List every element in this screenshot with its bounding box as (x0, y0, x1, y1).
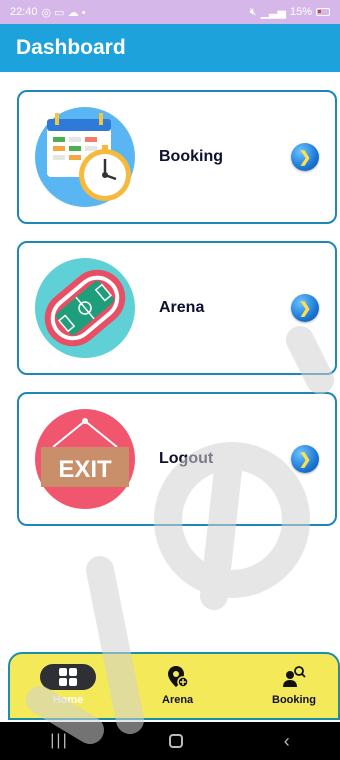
recent-apps-icon[interactable]: ||| (50, 732, 68, 750)
exit-sign-icon: EXIT (33, 407, 137, 511)
notification-icon: ◎ ▭ ☁ • (41, 6, 86, 19)
nav-label: Home (52, 694, 84, 706)
exit-sign-text: EXIT (58, 456, 112, 483)
logout-card[interactable]: EXIT Logout ❯ (17, 392, 337, 526)
bottom-nav: Home Arena Booking (8, 652, 340, 720)
card-label: Booking (159, 148, 223, 165)
chevron-right-icon[interactable]: ❯ (291, 445, 319, 473)
status-bar: 22:40 ◎ ▭ ☁ • 🔇︎ ▁▃▅ 15% (0, 0, 340, 24)
card-label: Logout (159, 450, 214, 467)
battery-icon (316, 8, 330, 16)
chevron-right-icon[interactable]: ❯ (291, 143, 319, 171)
page-title: Dashboard (16, 36, 126, 59)
status-time: 22:40 (10, 6, 38, 18)
calendar-clock-icon (33, 105, 137, 209)
add-location-icon (167, 664, 189, 690)
home-icon[interactable] (169, 734, 184, 748)
person-search-icon (282, 664, 306, 690)
nav-label: Booking (272, 694, 316, 706)
system-nav-bar: ||| ‹ (0, 722, 340, 760)
stadium-icon (33, 256, 137, 360)
battery-percent: 15% (289, 6, 312, 18)
card-label: Arena (159, 299, 205, 316)
app-bar: Dashboard (0, 24, 340, 72)
grid-icon (40, 664, 96, 690)
nav-item-home[interactable]: Home (40, 664, 96, 706)
arena-card[interactable]: Arena ❯ (17, 241, 337, 375)
chevron-right-icon[interactable]: ❯ (291, 294, 319, 322)
signal-icon: ▁▃▅ (260, 6, 286, 19)
back-icon[interactable]: ‹ (284, 731, 290, 752)
nav-item-arena[interactable]: Arena (162, 664, 193, 706)
nav-item-booking[interactable]: Booking (272, 664, 316, 706)
nav-label: Arena (162, 694, 194, 706)
mute-icon: 🔇︎ (249, 5, 257, 18)
booking-card[interactable]: Booking ❯ (17, 90, 337, 224)
